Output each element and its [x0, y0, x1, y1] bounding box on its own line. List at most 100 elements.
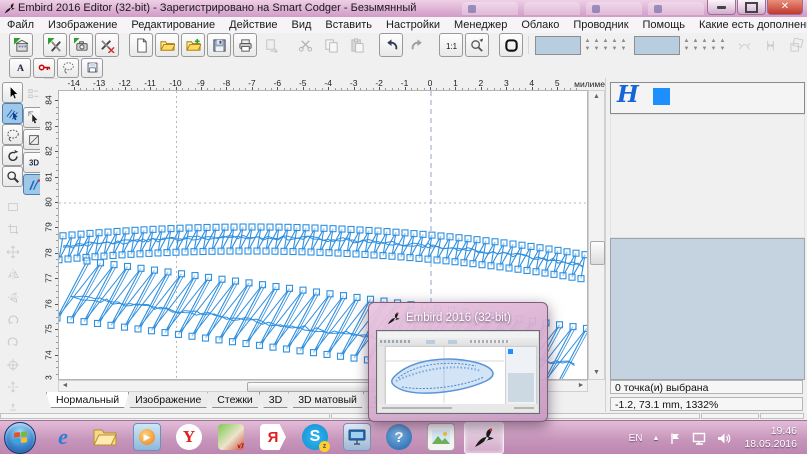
coords-status: -1.2, 73.1 mm, 1332%	[610, 397, 803, 411]
lasso-select-tool[interactable]	[2, 124, 23, 145]
password-button[interactable]	[33, 58, 55, 78]
menu-7[interactable]: Настройки	[379, 19, 447, 31]
taskbar-media-player[interactable]: ▶	[128, 422, 166, 452]
save-file-button[interactable]	[207, 33, 231, 57]
taskbar-preview-popup[interactable]: Embird 2016 (32-bit)	[368, 302, 548, 422]
redo-icon	[410, 38, 425, 53]
paste-button	[345, 33, 369, 57]
menu-10[interactable]: Проводник	[566, 19, 635, 31]
network-icon[interactable]	[692, 432, 707, 445]
menu-5[interactable]: Вид	[285, 19, 319, 31]
view-tab-4[interactable]: 3D	[259, 392, 292, 408]
view-tab-2[interactable]: Изображение	[125, 392, 211, 408]
background-tab-blob	[524, 2, 580, 15]
quick-save-button[interactable]	[81, 58, 103, 78]
menu-8[interactable]: Менеджер	[447, 19, 514, 31]
view-tab-5[interactable]: 3D матовый	[288, 392, 367, 408]
taskbar-embird-v7[interactable]: v7	[212, 422, 250, 452]
rotate-tool-tool[interactable]	[2, 145, 23, 166]
scroll-right-icon[interactable]: ►	[576, 381, 586, 391]
menu-9[interactable]: Облако	[514, 19, 566, 31]
menu-1[interactable]: Файл	[0, 19, 41, 31]
vruler-label: 84	[43, 95, 53, 104]
title-bar[interactable]: Embird 2016 Editor (32-bit) - Зарегистри…	[0, 0, 807, 17]
taskbar-yandex-search[interactable]: Я	[254, 422, 292, 452]
taskbar-apps: e ▶Yv7ЯSz?	[42, 422, 506, 454]
text-tool-button[interactable]: A	[9, 58, 31, 78]
width-value-box[interactable]	[535, 36, 581, 55]
zoom-fit-button[interactable]	[465, 33, 489, 57]
rotate-right-tool	[2, 332, 23, 353]
zoom-tool-tool[interactable]	[2, 166, 23, 187]
menu-bar: ФайлИзображениеРедактированиеДействиеВид…	[0, 17, 807, 34]
clock[interactable]: 19:46 18.05.2016	[744, 425, 797, 451]
menu-2[interactable]: Изображение	[41, 19, 124, 31]
stitch-edit-icon	[27, 178, 41, 192]
taskbar-skype[interactable]: Sz	[296, 422, 334, 452]
vruler-label: 80	[43, 197, 53, 206]
freehand-select-button[interactable]	[57, 58, 79, 78]
menu-4[interactable]: Действие	[222, 19, 284, 31]
width-value-box-spinners[interactable]: ▲▲▲▲▲▼▼▼▼▼	[583, 37, 628, 53]
maximize-button[interactable]	[737, 0, 766, 15]
taskbar-windows-explorer[interactable]	[86, 422, 124, 452]
print-button[interactable]	[233, 33, 257, 57]
sfumato-button[interactable]	[69, 33, 93, 57]
height-value-box[interactable]	[634, 36, 680, 55]
scroll-up-icon[interactable]: ▲	[589, 92, 604, 102]
new-file-button[interactable]	[129, 33, 153, 57]
flip-v-icon	[6, 290, 20, 304]
window-controls: ✕	[706, 0, 803, 15]
select-stitches-tool[interactable]	[2, 103, 23, 124]
volume-icon[interactable]	[717, 432, 731, 445]
menu-3[interactable]: Редактирование	[124, 19, 222, 31]
mini-statusbar	[378, 404, 538, 412]
menu-11[interactable]: Помощь	[636, 19, 693, 31]
key-icon	[38, 61, 51, 74]
taskbar-embird-active[interactable]	[464, 422, 504, 454]
cursor-box-icon	[27, 110, 41, 124]
building-icon	[14, 38, 29, 53]
vruler-label: 76	[43, 299, 53, 308]
zoom-1-1-button[interactable]: 1:1	[439, 33, 463, 57]
thread-list-header[interactable]: H	[610, 82, 805, 114]
vertical-scrollbar[interactable]: ▲ ▼	[588, 90, 605, 380]
height-value-box-spinners[interactable]: ▲▲▲▲▲▼▼▼▼▼	[682, 37, 727, 53]
taskbar-internet-explorer[interactable]: e	[44, 422, 82, 452]
copy-button	[319, 33, 343, 57]
view-tab-3[interactable]: Стежки	[207, 392, 262, 408]
hoop-button[interactable]	[499, 33, 523, 57]
close-button[interactable]: ✕	[767, 0, 803, 15]
taskbar-remote-screen[interactable]	[338, 422, 376, 452]
background-favicon	[654, 5, 662, 13]
lasso-icon	[62, 61, 75, 74]
merge-file-button[interactable]	[181, 33, 205, 57]
magnifier-icon	[6, 170, 20, 184]
popup-thumbnail[interactable]	[376, 330, 540, 414]
language-indicator[interactable]: EN	[629, 433, 643, 444]
thread-color-swatch[interactable]	[653, 88, 670, 105]
open-file-button[interactable]	[155, 33, 179, 57]
minimize-button[interactable]	[707, 0, 736, 15]
taskbar-help[interactable]: ?	[380, 422, 418, 452]
action-center-flag-icon[interactable]	[669, 432, 682, 445]
pointer-tool[interactable]	[2, 82, 23, 103]
font-engine-button[interactable]	[95, 33, 119, 57]
start-button[interactable]	[4, 422, 36, 454]
object-list[interactable]	[610, 114, 805, 238]
menu-6[interactable]: Вставить	[318, 19, 379, 31]
undo-button[interactable]	[379, 33, 403, 57]
taskbar-image-viewer[interactable]	[422, 422, 460, 452]
menu-12[interactable]: Какие есть дополнения	[692, 19, 807, 31]
studio-button[interactable]	[43, 33, 67, 57]
view-tab-1[interactable]: Нормальный	[46, 392, 129, 408]
manager-button[interactable]	[9, 33, 33, 57]
show-hidden-icons[interactable]: ▲	[653, 435, 660, 442]
scroll-down-icon[interactable]: ▼	[589, 368, 604, 378]
svg-text:1:1: 1:1	[445, 41, 457, 50]
scroll-left-icon[interactable]: ◄	[60, 381, 70, 391]
pointer-icon	[6, 86, 20, 100]
taskbar-yandex-browser[interactable]: Y	[170, 422, 208, 452]
flip-h-icon	[6, 267, 20, 281]
vscroll-thumb[interactable]	[590, 241, 605, 265]
